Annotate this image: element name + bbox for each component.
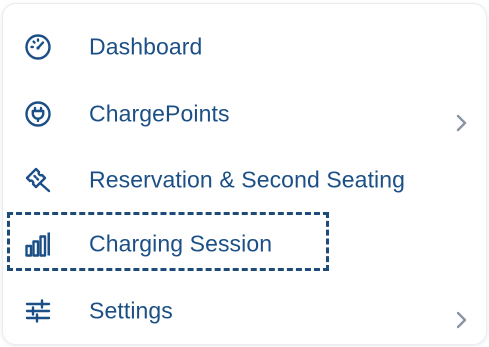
chevron-right-icon[interactable]	[453, 112, 471, 134]
dashboard-gauge-icon	[23, 32, 53, 62]
menu-item-chargepoints[interactable]: ChargePoints	[3, 86, 486, 142]
reservation-ticket-icon	[23, 165, 53, 195]
sliders-icon	[23, 296, 53, 326]
menu-label-dashboard: Dashboard	[89, 33, 203, 60]
menu-label-chargepoints: ChargePoints	[89, 100, 230, 127]
menu-item-settings[interactable]: Settings	[3, 283, 486, 339]
navigation-menu: Dashboard ChargePoints Reservation & Sec…	[2, 3, 487, 345]
menu-label-charging-session: Charging Session	[89, 230, 273, 257]
menu-item-dashboard[interactable]: Dashboard	[3, 19, 486, 75]
bar-chart-icon	[23, 229, 53, 259]
menu-item-reservation[interactable]: Reservation & Second Seating	[3, 152, 486, 208]
chevron-right-icon[interactable]	[453, 309, 471, 331]
menu-label-reservation: Reservation & Second Seating	[89, 166, 406, 193]
menu-item-charging-session[interactable]: Charging Session	[3, 216, 486, 272]
power-plug-icon	[23, 99, 53, 129]
menu-label-settings: Settings	[89, 297, 173, 324]
